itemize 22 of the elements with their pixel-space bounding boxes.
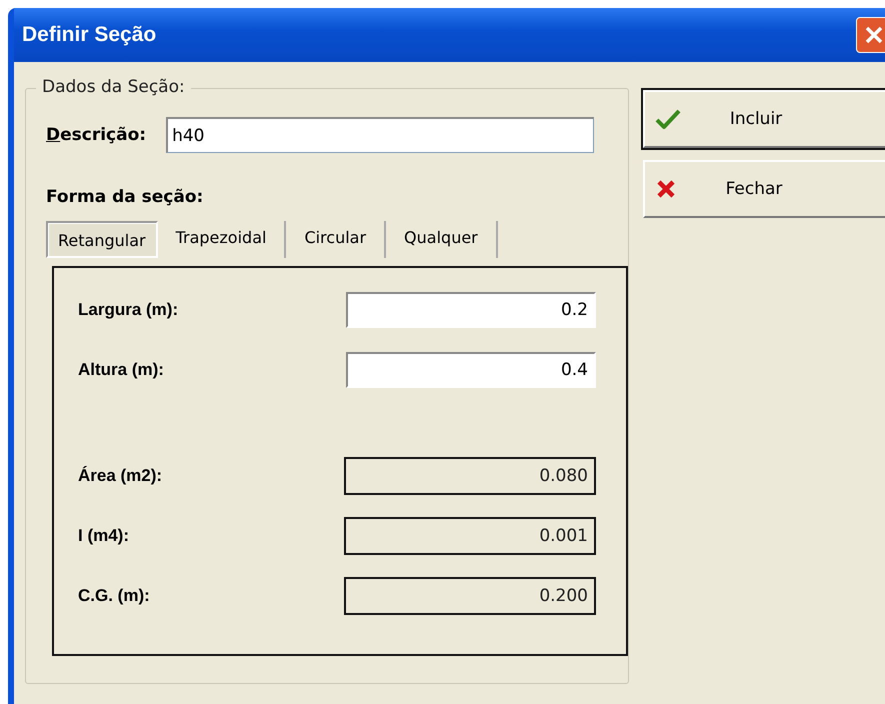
field-label: Largura (m): (78, 300, 178, 320)
description-label: Descrição: (46, 125, 146, 145)
checkmark-icon (655, 108, 681, 130)
input-field[interactable]: 0.4 (346, 352, 596, 388)
group-legend: Dados da Seção: (36, 77, 191, 97)
shape-tab[interactable]: Retangular (46, 221, 158, 258)
window-title: Definir Seção (21, 23, 156, 47)
close-button[interactable] (856, 17, 885, 53)
input-field[interactable]: 0.2 (346, 292, 596, 328)
field-label: C.G. (m): (78, 586, 150, 606)
x-mark-icon (655, 178, 677, 200)
description-field[interactable]: h40 (166, 117, 594, 153)
field-label: I (m4): (78, 526, 129, 546)
result-field: 0.200 (344, 577, 596, 615)
include-button[interactable]: Incluir (643, 90, 885, 148)
close-dialog-button[interactable]: Fechar (643, 160, 885, 218)
result-field: 0.080 (344, 457, 596, 495)
shape-label: Forma da seção: (46, 187, 204, 207)
field-label: Área (m2): (78, 466, 162, 486)
field-label: Altura (m): (78, 360, 164, 380)
close-icon (863, 24, 885, 46)
result-field: 0.001 (344, 517, 596, 555)
